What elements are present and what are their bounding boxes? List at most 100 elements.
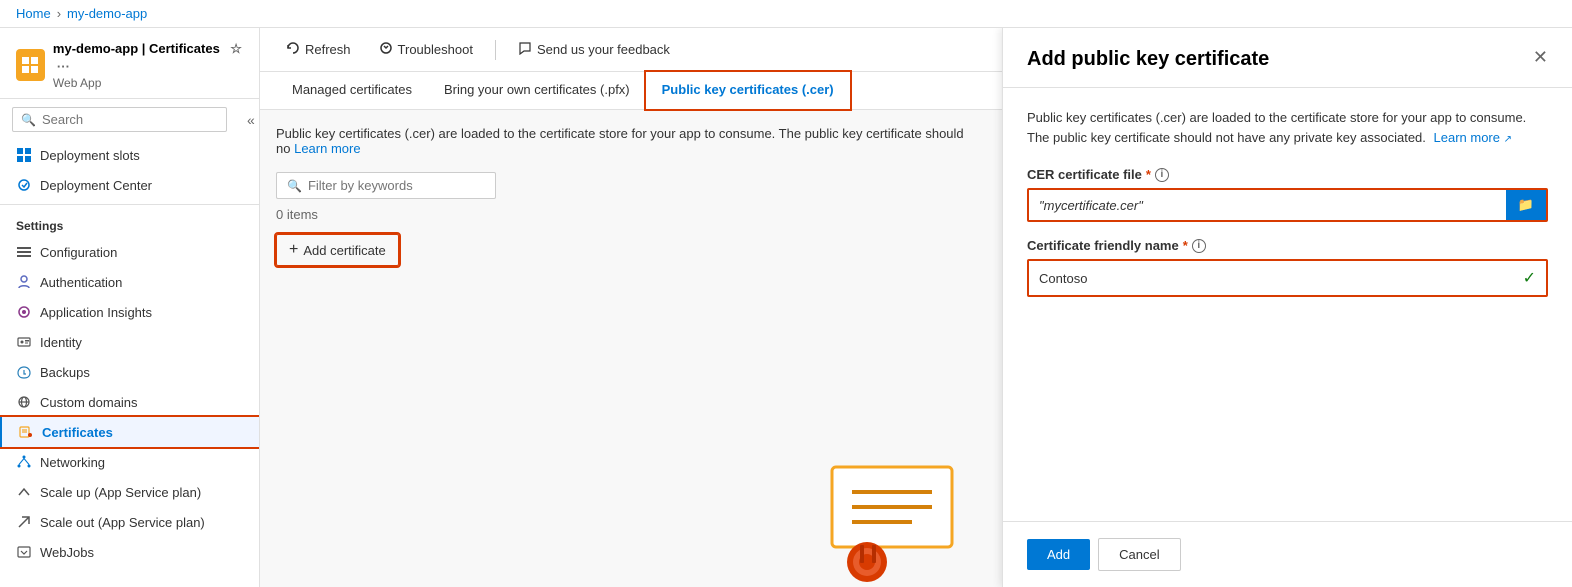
sidebar-item-label: WebJobs (40, 545, 94, 560)
troubleshoot-button[interactable]: Troubleshoot (369, 36, 483, 63)
breadcrumb-home[interactable]: Home (16, 6, 51, 21)
panel-title: Add public key certificate (1027, 48, 1269, 71)
right-panel: Add public key certificate ✕ Public key … (1002, 28, 1572, 587)
panel-description: Public key certificates (.cer) are loade… (1027, 108, 1548, 147)
sidebar-item-identity[interactable]: Identity (0, 327, 259, 357)
sidebar-item-webjobs[interactable]: WebJobs (0, 537, 259, 567)
file-browse-button[interactable]: 📁 (1506, 190, 1546, 220)
deployment-center-icon (16, 177, 32, 193)
settings-section-label: Settings (0, 209, 259, 237)
info-icon-name[interactable]: i (1192, 239, 1206, 253)
close-panel-button[interactable]: ✕ (1533, 48, 1548, 66)
sidebar-item-networking[interactable]: Networking (0, 447, 259, 477)
sidebar-item-custom-domains[interactable]: Custom domains (0, 387, 259, 417)
tabs-bar: Managed certificates Bring your own cert… (260, 72, 1002, 110)
webjobs-icon (16, 544, 32, 560)
sidebar-item-scale-up[interactable]: Scale up (App Service plan) (0, 477, 259, 507)
troubleshoot-icon (379, 41, 393, 58)
tab-managed[interactable]: Managed certificates (276, 72, 428, 109)
required-star-2: * (1183, 238, 1188, 253)
sidebar-item-configuration[interactable]: Configuration (0, 237, 259, 267)
panel-footer: Add Cancel (1003, 521, 1572, 587)
breadcrumb-separator: › (57, 6, 61, 21)
sidebar-item-scale-out[interactable]: Scale out (App Service plan) (0, 507, 259, 537)
toolbar-divider (495, 40, 496, 60)
cer-file-input-wrapper: 📁 (1027, 188, 1548, 222)
sidebar-item-authentication[interactable]: Authentication (0, 267, 259, 297)
nav-divider (0, 204, 259, 205)
cer-file-group: CER certificate file * i 📁 (1027, 167, 1548, 222)
configuration-icon (16, 244, 32, 260)
search-icon: 🔍 (21, 113, 36, 127)
sidebar-app-subtitle: Web App (53, 76, 243, 90)
sidebar-header: my-demo-app | Certificates ☆ ··· Web App (0, 28, 259, 99)
add-certificate-button[interactable]: + Add certificate (276, 234, 399, 266)
sidebar-item-deployment-slots[interactable]: Deployment slots (0, 140, 259, 170)
info-text: Public key certificates (.cer) are loade… (276, 126, 976, 156)
networking-icon (16, 454, 32, 470)
favorite-icon[interactable]: ☆ (230, 41, 242, 56)
sidebar-item-label: Scale out (App Service plan) (40, 515, 205, 530)
certificates-icon (18, 424, 34, 440)
search-box[interactable]: 🔍 (12, 107, 227, 132)
panel-learn-more-link[interactable]: Learn more ↗ (1434, 130, 1513, 145)
friendly-name-input-wrapper: ✓ (1027, 259, 1548, 297)
tab-pfx[interactable]: Bring your own certificates (.pfx) (428, 72, 646, 109)
sidebar-item-label: Authentication (40, 275, 122, 290)
sidebar-app-title: my-demo-app | Certificates ☆ ··· (53, 40, 243, 76)
sidebar-item-deployment-center[interactable]: Deployment Center (0, 170, 259, 200)
tab-cer[interactable]: Public key certificates (.cer) (646, 72, 850, 109)
sidebar-item-backups[interactable]: Backups (0, 357, 259, 387)
sidebar-item-label: Networking (40, 455, 105, 470)
more-icon[interactable]: ··· (57, 59, 70, 74)
info-icon-cer[interactable]: i (1155, 168, 1169, 182)
sidebar-item-application-insights[interactable]: Application Insights (0, 297, 259, 327)
sidebar-item-label: Backups (40, 365, 90, 380)
friendly-name-input[interactable] (1029, 264, 1513, 293)
feedback-icon (518, 41, 532, 58)
items-count: 0 items (276, 207, 986, 222)
filter-icon: 🔍 (287, 179, 302, 193)
folder-icon: 📁 (1518, 197, 1534, 213)
feedback-button[interactable]: Send us your feedback (508, 36, 680, 63)
toolbar: Refresh Troubleshoot Send us your feedba… (260, 28, 1002, 72)
application-insights-icon (16, 304, 32, 320)
panel-body: Public key certificates (.cer) are loade… (1003, 88, 1572, 521)
sidebar-item-label: Custom domains (40, 395, 138, 410)
external-link-icon: ↗ (1504, 134, 1512, 145)
collapse-icon[interactable]: « (239, 112, 260, 128)
scale-up-icon (16, 484, 32, 500)
refresh-button[interactable]: Refresh (276, 36, 361, 63)
sidebar-item-label: Deployment slots (40, 148, 140, 163)
filter-box[interactable]: 🔍 (276, 172, 496, 199)
sidebar-item-label: Application Insights (40, 305, 152, 320)
cer-file-input[interactable] (1029, 191, 1506, 220)
identity-icon (16, 334, 32, 350)
search-input[interactable] (42, 112, 218, 127)
add-button[interactable]: Add (1027, 539, 1090, 570)
input-check-icon: ✓ (1513, 261, 1546, 295)
custom-domains-icon (16, 394, 32, 410)
filter-input[interactable] (308, 178, 485, 193)
main-content: Refresh Troubleshoot Send us your feedba… (260, 28, 1002, 587)
panel-header: Add public key certificate ✕ (1003, 28, 1572, 88)
app-icon (16, 49, 45, 81)
add-icon: + (289, 241, 298, 259)
sidebar-item-label: Configuration (40, 245, 117, 260)
cancel-button[interactable]: Cancel (1098, 538, 1180, 571)
sidebar-item-certificates[interactable]: Certificates (0, 417, 259, 447)
sidebar: my-demo-app | Certificates ☆ ··· Web App… (0, 28, 260, 587)
friendly-name-label: Certificate friendly name * i (1027, 238, 1548, 253)
sidebar-item-label: Scale up (App Service plan) (40, 485, 201, 500)
backups-icon (16, 364, 32, 380)
refresh-icon (286, 41, 300, 58)
cert-illustration (812, 457, 972, 587)
scale-out-icon (16, 514, 32, 530)
breadcrumb-app[interactable]: my-demo-app (67, 6, 147, 21)
cer-file-label: CER certificate file * i (1027, 167, 1548, 182)
friendly-name-group: Certificate friendly name * i ✓ (1027, 238, 1548, 297)
sidebar-item-label: Deployment Center (40, 178, 152, 193)
sidebar-item-label: Certificates (42, 425, 113, 440)
authentication-icon (16, 274, 32, 290)
learn-more-link[interactable]: Learn more (294, 141, 360, 156)
